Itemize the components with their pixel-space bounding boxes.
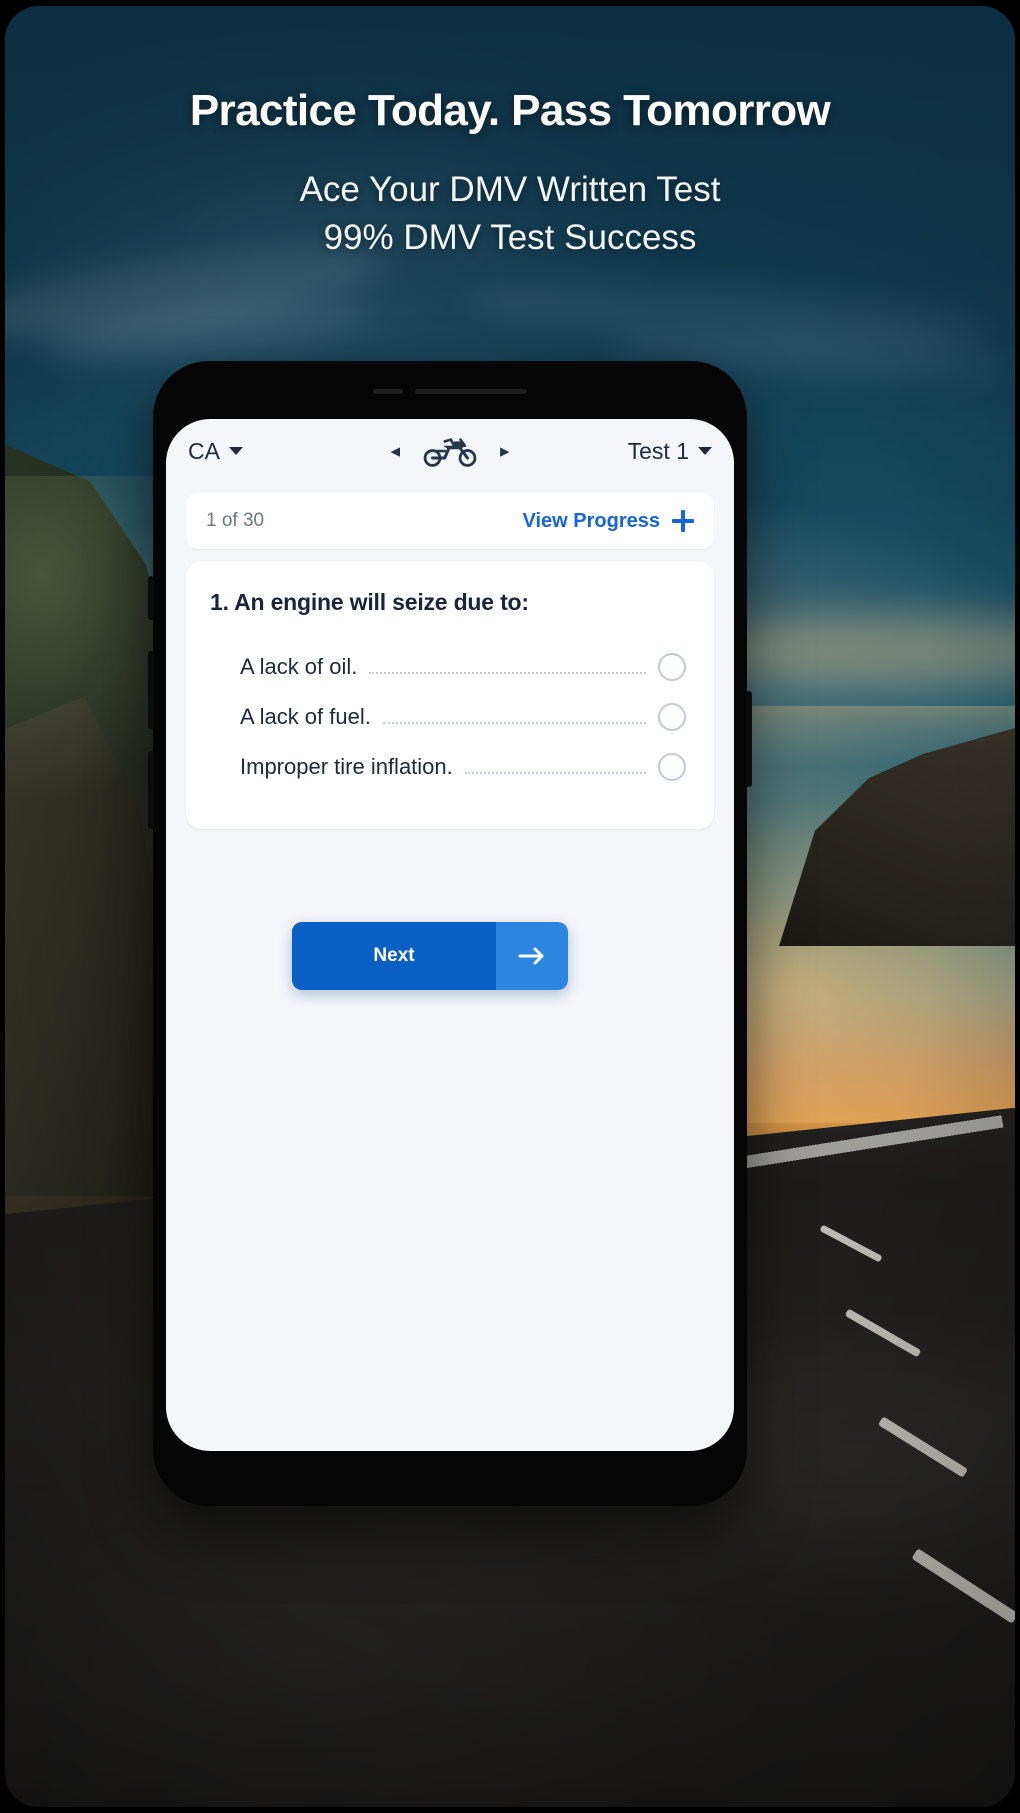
plus-icon — [672, 510, 694, 532]
chevron-down-icon — [698, 447, 712, 455]
question-card: 1. An engine will seize due to: A lack o… — [186, 561, 714, 829]
answer-option[interactable]: Improper tire inflation. — [210, 742, 690, 792]
phone-side-button — [148, 576, 154, 620]
prev-vehicle-icon[interactable]: ◂ — [390, 442, 400, 461]
view-progress-button[interactable]: View Progress — [523, 510, 694, 533]
next-button-label: Next — [292, 922, 496, 990]
phone-screen: CA ◂ ▸ Test 1 1 of 30 View Progress 1. A… — [166, 419, 734, 1451]
state-selector[interactable]: CA — [188, 438, 338, 465]
arrow-right-icon[interactable] — [496, 922, 568, 990]
next-vehicle-icon[interactable]: ▸ — [500, 442, 510, 461]
test-selector-label: Test 1 — [627, 437, 689, 464]
answer-radio-button[interactable] — [658, 753, 686, 781]
motorcycle-icon — [422, 434, 478, 468]
question-title: 1. An engine will seize due to: — [210, 589, 529, 615]
next-button[interactable]: Next — [292, 922, 568, 990]
front-camera — [373, 389, 403, 394]
answer-option[interactable]: A lack of fuel. — [210, 692, 690, 742]
phone-power-button — [746, 691, 752, 787]
phone-earpiece — [373, 389, 527, 394]
answer-option[interactable]: A lack of oil. — [210, 642, 690, 692]
view-progress-label: View Progress — [522, 509, 660, 532]
answer-options: A lack of oil. A lack of fuel. Improper … — [210, 642, 690, 792]
phone-mockup: CA ◂ ▸ Test 1 1 of 30 View Progress 1. A… — [148, 361, 752, 1506]
poster-subheadline-line2: 99% DMV Test Success — [323, 218, 697, 258]
chevron-down-icon — [228, 447, 243, 455]
dotted-leader — [382, 722, 646, 724]
poster-subheadline-line1: Ace Your DMV Written Test — [299, 170, 721, 209]
phone-volume-up-button — [148, 651, 154, 729]
phone-volume-down-button — [148, 751, 154, 829]
poster-headline: Practice Today. Pass Tomorrow — [189, 86, 831, 135]
test-selector[interactable]: Test 1 — [562, 438, 712, 465]
answer-option-label: A lack of oil. — [240, 654, 358, 679]
speaker-grille — [415, 389, 527, 394]
dotted-leader — [369, 672, 646, 674]
question-count: 1 of 30 — [206, 510, 265, 531]
promo-poster: Practice Today. Pass Tomorrow Ace Your D… — [5, 6, 1015, 1807]
answer-radio-button[interactable] — [658, 703, 686, 731]
state-selector-label: CA — [188, 437, 220, 464]
app-header: CA ◂ ▸ Test 1 — [166, 419, 734, 483]
answer-radio-button[interactable] — [658, 653, 686, 681]
answer-option-label: A lack of fuel. — [240, 704, 371, 729]
dotted-leader — [464, 772, 646, 774]
progress-bar: 1 of 30 View Progress — [186, 493, 714, 549]
vehicle-type-switcher: ◂ ▸ — [338, 434, 562, 468]
poster-subheadline: Ace Your DMV Written Test 99% DMV Test S… — [5, 166, 1015, 263]
answer-option-label: Improper tire inflation. — [240, 754, 453, 779]
